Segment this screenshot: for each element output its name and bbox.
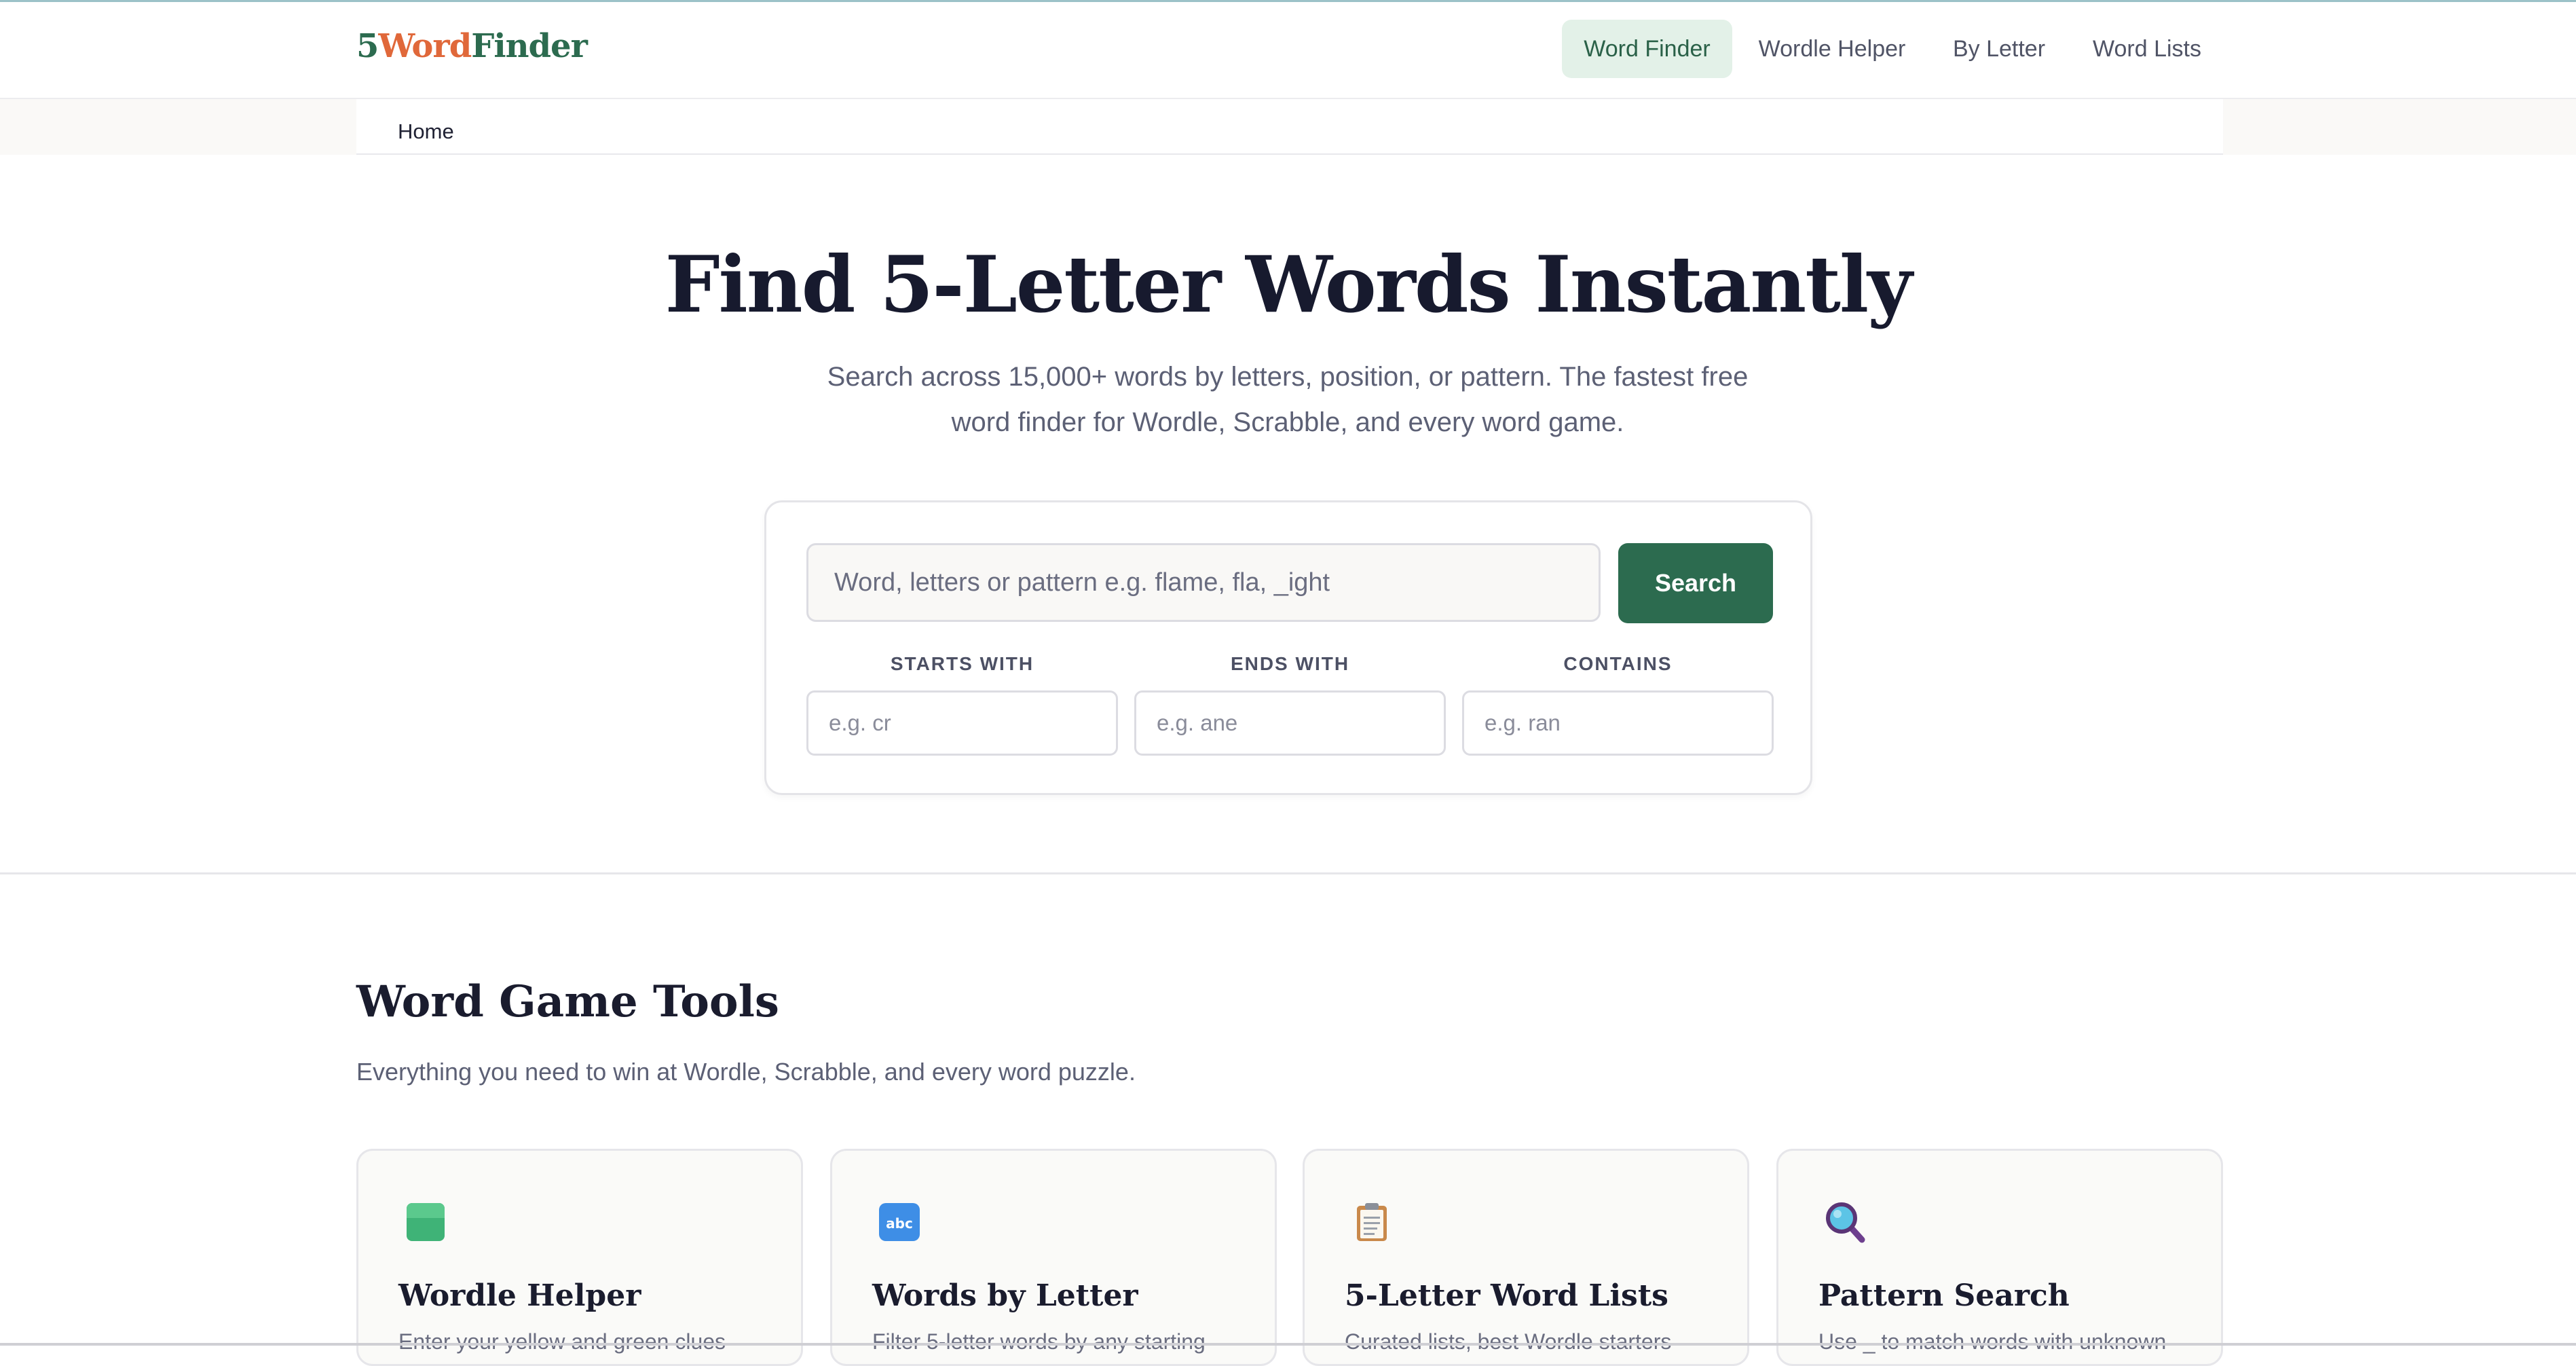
- contains-label: CONTAINS: [1563, 653, 1673, 674]
- contains-input[interactable]: [1462, 690, 1774, 756]
- nav-by-letter[interactable]: By Letter: [1940, 20, 2058, 78]
- starts-with-input[interactable]: [806, 690, 1118, 756]
- svg-text:abc: abc: [886, 1215, 913, 1232]
- magnifier-icon: [1826, 1202, 1865, 1243]
- search-input[interactable]: [806, 543, 1601, 622]
- tool-card-description: Use _ to match words with unknown: [1818, 1329, 2167, 1354]
- nav-word-lists[interactable]: Word Lists: [2082, 20, 2212, 78]
- breadcrumb: [356, 99, 2223, 155]
- tool-card-title: Words by Letter: [872, 1278, 1138, 1313]
- green-square-icon: [407, 1203, 445, 1241]
- abc-icon: abc: [879, 1203, 920, 1241]
- tool-card-title: Wordle Helper: [398, 1278, 641, 1313]
- tool-card-title: Pattern Search: [1818, 1278, 2070, 1313]
- viewport-bottom-edge: [0, 1343, 2576, 1346]
- tools-title: Word Game Tools: [356, 976, 779, 1027]
- tool-card-description: Curated lists, best Wordle starters: [1345, 1329, 1672, 1354]
- nav-word-finder[interactable]: Word Finder: [1562, 20, 1732, 78]
- tool-card-title: 5-Letter Word Lists: [1345, 1278, 1668, 1313]
- breadcrumb-home[interactable]: Home: [398, 119, 454, 144]
- nav-wordle-helper[interactable]: Wordle Helper: [1747, 20, 1917, 78]
- tool-card-description: Filter 5-letter words by any starting: [872, 1329, 1206, 1354]
- ends-with-input[interactable]: [1134, 690, 1446, 756]
- page-title: Find 5-Letter Words Instantly: [665, 239, 1913, 330]
- search-button[interactable]: Search: [1618, 543, 1773, 623]
- clipboard-icon: [1357, 1203, 1387, 1241]
- starts-with-label: STARTS WITH: [890, 653, 1034, 674]
- hero-subtitle: Search across 15,000+ words by letters, …: [827, 362, 1749, 437]
- tool-card-description: Enter your yellow and green clues: [398, 1329, 726, 1354]
- section-divider: [0, 872, 2576, 874]
- tools-subtitle: Everything you need to win at Wordle, Sc…: [356, 1058, 1136, 1086]
- site-logo[interactable]: 5WordFinder: [356, 27, 588, 65]
- site-header: 5WordFinder Word Finder Wordle Helper By…: [0, 2, 2576, 99]
- ends-with-label: ENDS WITH: [1230, 653, 1350, 674]
